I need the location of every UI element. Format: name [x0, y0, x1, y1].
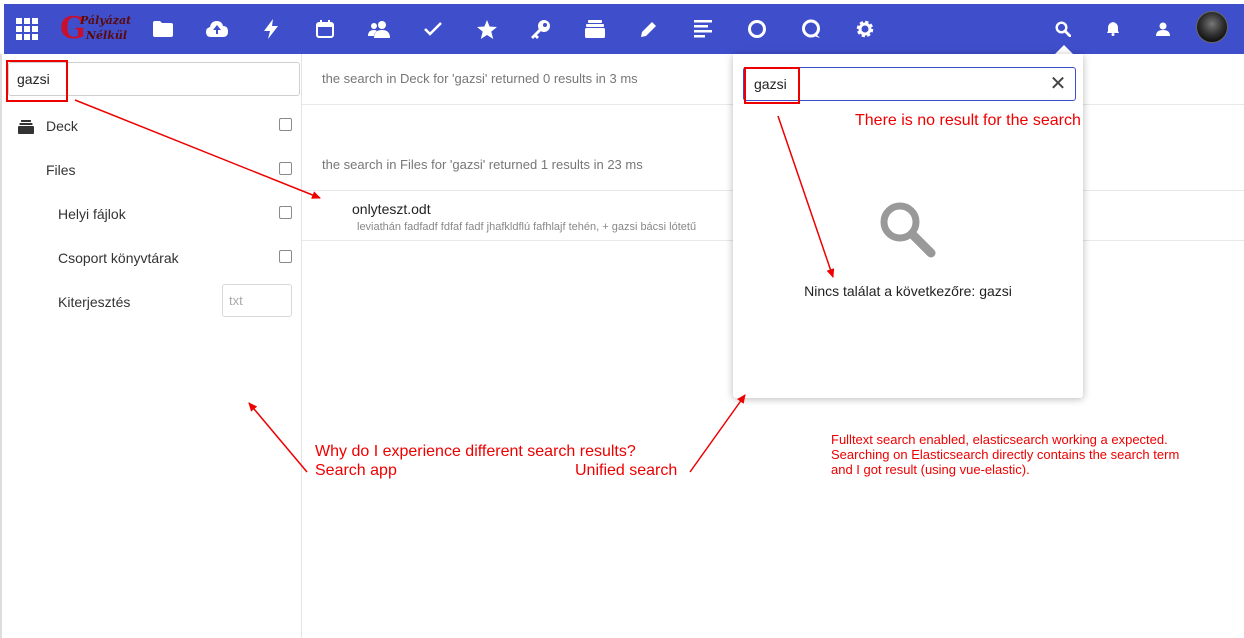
provider-files-checkbox[interactable] [279, 162, 292, 175]
annotation-note-line: Fulltext search enabled, elasticsearch w… [831, 432, 1168, 447]
result-file-excerpt: leviathán fadfadf fdfaf fadf jhafkldflú … [357, 221, 697, 233]
star-icon[interactable] [467, 4, 507, 54]
circle-icon[interactable] [737, 4, 777, 54]
provider-deck-label: Deck [46, 118, 78, 134]
provider-group-folders-checkbox[interactable] [279, 250, 292, 263]
provider-files-label: Files [46, 162, 76, 178]
activity-icon[interactable] [251, 4, 291, 54]
annotation-note-line: and I got result (using vue-elastic). [831, 462, 1030, 477]
deck-app-icon[interactable] [575, 4, 615, 54]
extension-label: Kiterjesztés [58, 294, 131, 310]
files-result-info: the search in Files for 'gazsi' returned… [322, 157, 643, 172]
folder-icon[interactable] [143, 4, 183, 54]
pencil-icon[interactable] [629, 4, 669, 54]
provider-group-folders-label: Csoport könyvtárak [58, 250, 179, 266]
grid-icon[interactable] [7, 4, 47, 54]
annotation-question: Why do I experience different search res… [315, 443, 636, 460]
contacts-icon[interactable] [359, 4, 399, 54]
gear-icon[interactable] [845, 4, 885, 54]
key-icon[interactable] [521, 4, 561, 54]
notes-icon[interactable] [683, 4, 723, 54]
contacts-menu-icon[interactable] [1143, 4, 1183, 54]
result-file-name[interactable]: onlyteszt.odt [352, 201, 431, 217]
logo[interactable]: G Pályázat Nélkül [60, 12, 131, 48]
clear-icon[interactable]: ✕ [1047, 73, 1069, 95]
avatar[interactable] [1196, 11, 1228, 43]
provider-local-files-checkbox[interactable] [279, 206, 292, 219]
provider-deck-checkbox[interactable] [279, 118, 292, 131]
empty-content-message: Nincs találat a következőre: gazsi [804, 283, 1012, 299]
annotation-box-unified [744, 67, 800, 104]
calendar-icon[interactable] [305, 4, 345, 54]
annotation-note-line: Searching on Elasticsearch directly cont… [831, 447, 1180, 462]
popup-caret [1055, 45, 1073, 54]
cloud-upload-icon[interactable] [197, 4, 237, 54]
extension-input[interactable] [222, 284, 292, 317]
search-app-sidebar: Deck Files Helyi fájlok Csoport könyvtár… [0, 54, 302, 638]
unified-search-popup: ✕ Nincs találat a következőre: gazsi [733, 54, 1083, 398]
tasks-icon[interactable] [413, 4, 453, 54]
annotation-unified-search: Unified search [575, 462, 678, 479]
deck-result-info: the search in Deck for 'gazsi' returned … [322, 71, 638, 86]
annotation-search-app: Search app [315, 462, 397, 479]
annotation-no-result: There is no result for the search [855, 112, 1081, 129]
talk-icon[interactable] [791, 4, 831, 54]
bell-icon[interactable] [1093, 4, 1133, 54]
deck-icon [18, 120, 34, 134]
search-icon [880, 202, 936, 258]
annotation-box-search-app [6, 60, 68, 102]
provider-local-files-label: Helyi fájlok [58, 206, 126, 222]
